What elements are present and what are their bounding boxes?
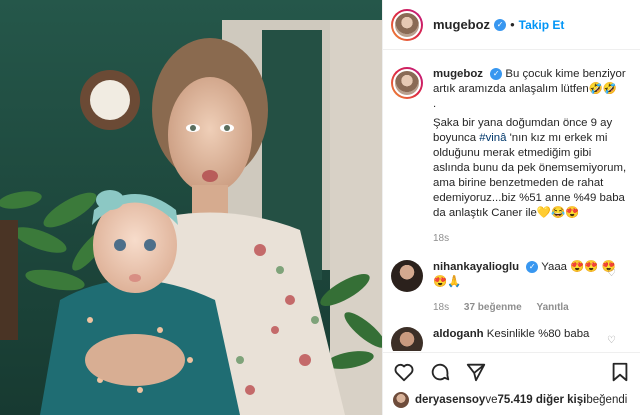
comments-list[interactable]: mugeboz ✓ Bu çocuk kime benziyor artık a… xyxy=(383,51,640,351)
comment-meta: 18s 37 beğenme Yanıtla xyxy=(433,300,629,315)
verified-badge-icon: ✓ xyxy=(494,18,507,31)
post-header: mugeboz ✓ • Takip Et xyxy=(383,0,640,50)
post-actions-bar: deryasensoy ve 75.419 diğer kişi beğendi xyxy=(383,352,640,415)
commenter-avatar[interactable] xyxy=(391,327,423,351)
caption-time[interactable]: 18s xyxy=(433,233,449,244)
caption-row: mugeboz ✓ Bu çocuk kime benziyor artık a… xyxy=(391,67,629,246)
instagram-post-window: mugeboz ✓ • Takip Et mugeboz ✓ Bu çocuk … xyxy=(0,0,640,415)
author-username[interactable]: mugeboz xyxy=(433,17,490,32)
caption-verified-icon: ✓ xyxy=(490,67,503,80)
liker-username[interactable]: deryasensoy xyxy=(415,394,485,406)
caption-avatar[interactable] xyxy=(391,67,423,99)
comment-likes[interactable]: 37 beğenme xyxy=(464,302,522,313)
reply-button[interactable]: Yanıtla xyxy=(537,302,569,313)
comment-row: nihankayalioglu ✓ Yaaa 😍😍 😍😍🙏 18s 37 beğ… xyxy=(391,260,629,315)
caption-text: mugeboz ✓ Bu çocuk kime benziyor artık a… xyxy=(433,67,629,246)
author-avatar[interactable] xyxy=(391,8,423,41)
comment-time[interactable]: 18s xyxy=(433,302,449,313)
follow-button[interactable]: Takip Et xyxy=(519,18,565,32)
likes-summary: deryasensoy ve 75.419 diğer kişi beğendi xyxy=(393,392,631,408)
share-icon[interactable] xyxy=(465,361,487,383)
commenter-avatar[interactable] xyxy=(391,260,423,292)
comment-text: Kesinlikle %80 baba xyxy=(486,328,590,340)
likes-tail: beğendi xyxy=(586,394,628,406)
action-icons xyxy=(393,359,631,385)
comment-body: nihankayalioglu ✓ Yaaa 😍😍 😍😍🙏 18s 37 beğ… xyxy=(433,260,629,315)
liker-avatar[interactable] xyxy=(393,392,409,408)
commenter-username[interactable]: aldoganh xyxy=(433,328,484,340)
caption-paragraph: Şaka bir yana doğumdan önce 9 ay boyunca… xyxy=(433,116,629,221)
post-side-panel: mugeboz ✓ • Takip Et mugeboz ✓ Bu çocuk … xyxy=(382,0,640,415)
comment-body: aldoganh Kesinlikle %80 baba xyxy=(433,327,629,342)
likes-middle: ve xyxy=(485,394,498,406)
caption-meta: 18s xyxy=(433,231,629,246)
commenter-username[interactable]: nihankayalioglu xyxy=(433,261,519,273)
caption-dot: . xyxy=(433,98,437,110)
likes-count[interactable]: 75.419 diğer kişi xyxy=(497,394,586,406)
heart-icon[interactable] xyxy=(393,361,415,383)
bookmark-icon[interactable] xyxy=(609,361,631,383)
caption-hashtag[interactable]: #vinâ xyxy=(479,132,506,144)
comment-like-heart-icon[interactable]: ♡ xyxy=(607,268,617,279)
header-separator: • xyxy=(510,17,515,32)
comment-row: aldoganh Kesinlikle %80 baba ♡ xyxy=(391,327,629,351)
caption-line2b: 'nın kız mı erkek mi olduğunu merak etme… xyxy=(433,132,627,219)
post-photo[interactable] xyxy=(0,0,382,415)
caption-username[interactable]: mugeboz xyxy=(433,68,483,80)
comment-icon[interactable] xyxy=(429,361,451,383)
comment-like-heart-icon[interactable]: ♡ xyxy=(607,335,617,346)
photo-illustration xyxy=(0,0,382,415)
commenter-verified-icon: ✓ xyxy=(526,260,539,273)
